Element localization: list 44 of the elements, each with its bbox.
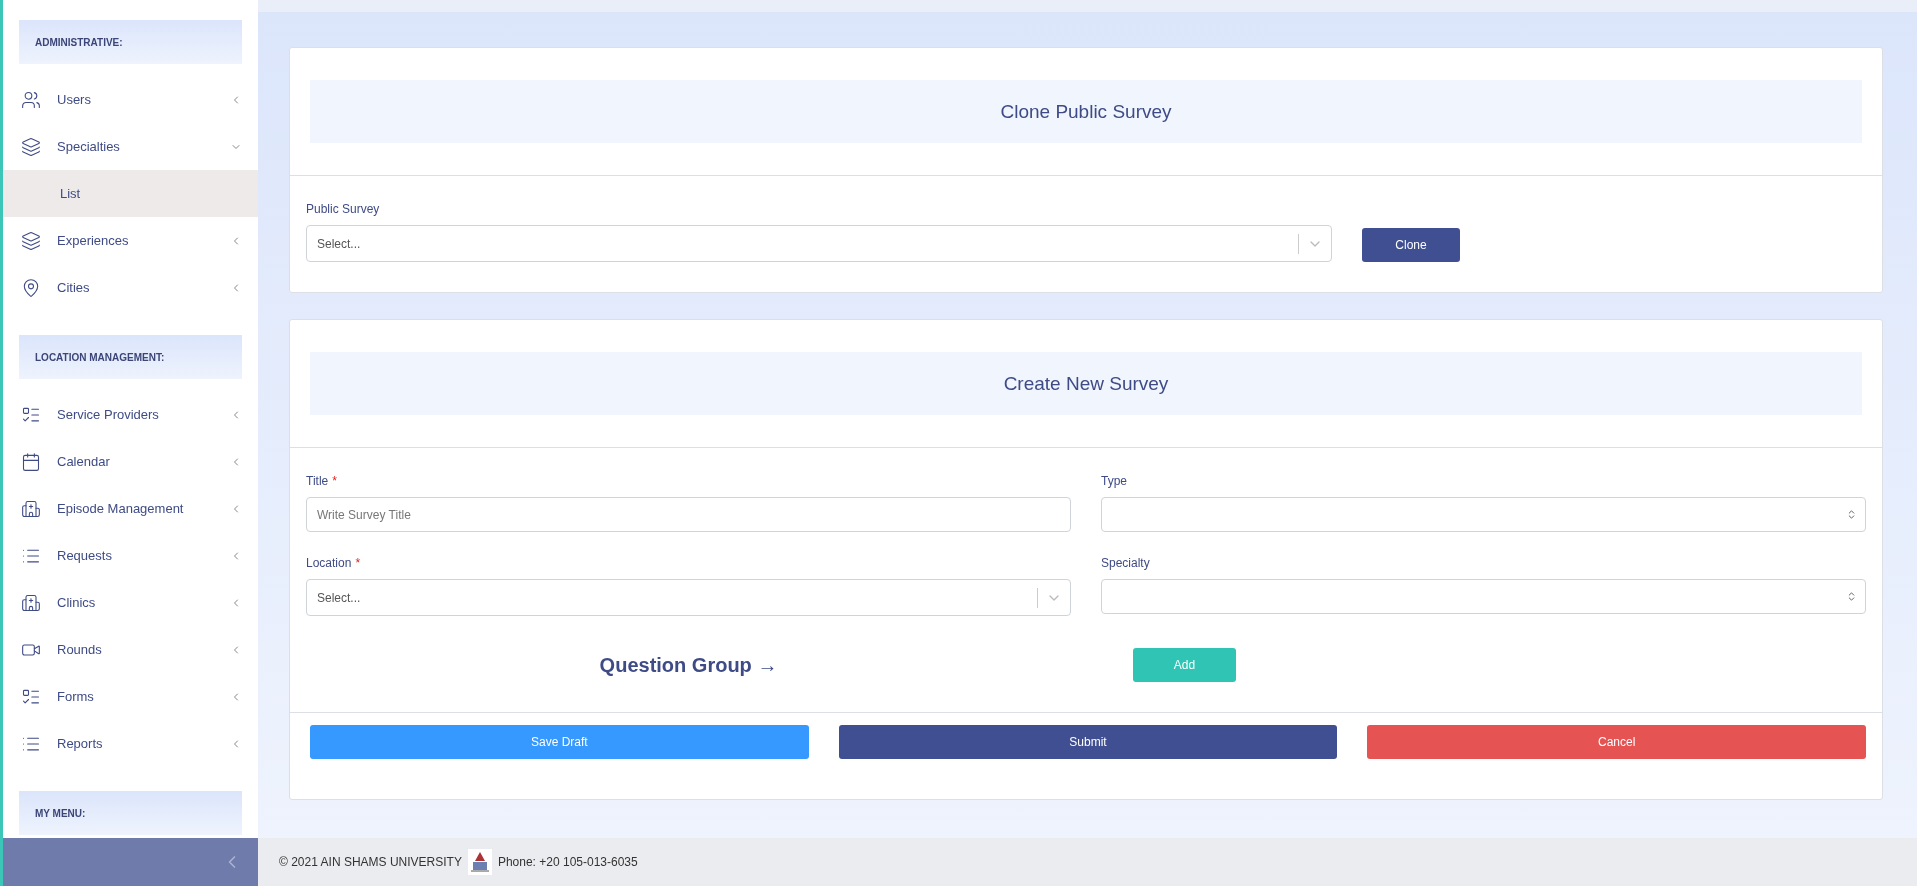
field-label: Title * [306, 474, 338, 488]
sidebar-item[interactable]: Rounds [3, 626, 258, 673]
field-label: Specialty [1101, 556, 1151, 570]
sidebar-item[interactable]: Reports [3, 720, 258, 767]
sidebar-item[interactable]: Specialties [3, 123, 258, 170]
section-header: LOCATION MANAGEMENT: [19, 335, 242, 379]
up-down-arrows-icon [1846, 591, 1857, 602]
clone-button[interactable]: Clone [1362, 228, 1460, 262]
sidebar-item[interactable]: Service Providers [3, 391, 258, 438]
input-field[interactable]: Write Survey Title [306, 497, 1071, 532]
layers-icon [21, 136, 41, 157]
sidebar-item[interactable]: Requests [3, 532, 258, 579]
sidebar-item[interactable]: Episode Management [3, 485, 258, 532]
sidebar-item[interactable]: Forms [3, 673, 258, 720]
pin-icon [21, 277, 41, 298]
select-field[interactable]: Select... [306, 579, 1071, 616]
select-field[interactable] [1101, 497, 1866, 532]
sidebar-item[interactable]: Users [3, 76, 258, 123]
card-title: Create New Survey [310, 352, 1862, 415]
layers-icon [21, 230, 41, 251]
field-label: Location * [306, 556, 362, 570]
university-logo-icon [467, 849, 492, 875]
field-label: Public Survey [306, 202, 381, 216]
sidebar-item[interactable]: Cities [3, 264, 258, 311]
users-icon [21, 89, 41, 110]
building-icon [21, 498, 41, 519]
select-field[interactable]: Select... [306, 225, 1332, 262]
sidebar-item[interactable]: Calendar [3, 438, 258, 485]
sidebar-item[interactable]: Clinics [3, 579, 258, 626]
select-field[interactable] [1101, 579, 1866, 614]
sidebar-item[interactable]: Experiences [3, 217, 258, 264]
up-down-arrows-icon [1846, 509, 1857, 520]
calendar-icon [21, 451, 41, 472]
building-icon [21, 592, 41, 613]
submit-button[interactable]: Submit [838, 725, 1338, 759]
card-title: Clone Public Survey [310, 80, 1862, 143]
section-header: ADMINISTRATIVE: [19, 20, 242, 64]
copyright-text: © 2021 AIN SHAMS UNIVERSITY [279, 855, 462, 869]
section-heading: Question Group → [599, 653, 778, 677]
cancel-button[interactable]: Cancel [1367, 725, 1866, 759]
section-header: MY MENU: [19, 791, 242, 835]
sidebar-subitem[interactable]: List [3, 170, 258, 217]
phone-text: Phone: +20 105-013-6035 [497, 855, 638, 869]
field-label: Type [1101, 474, 1128, 488]
